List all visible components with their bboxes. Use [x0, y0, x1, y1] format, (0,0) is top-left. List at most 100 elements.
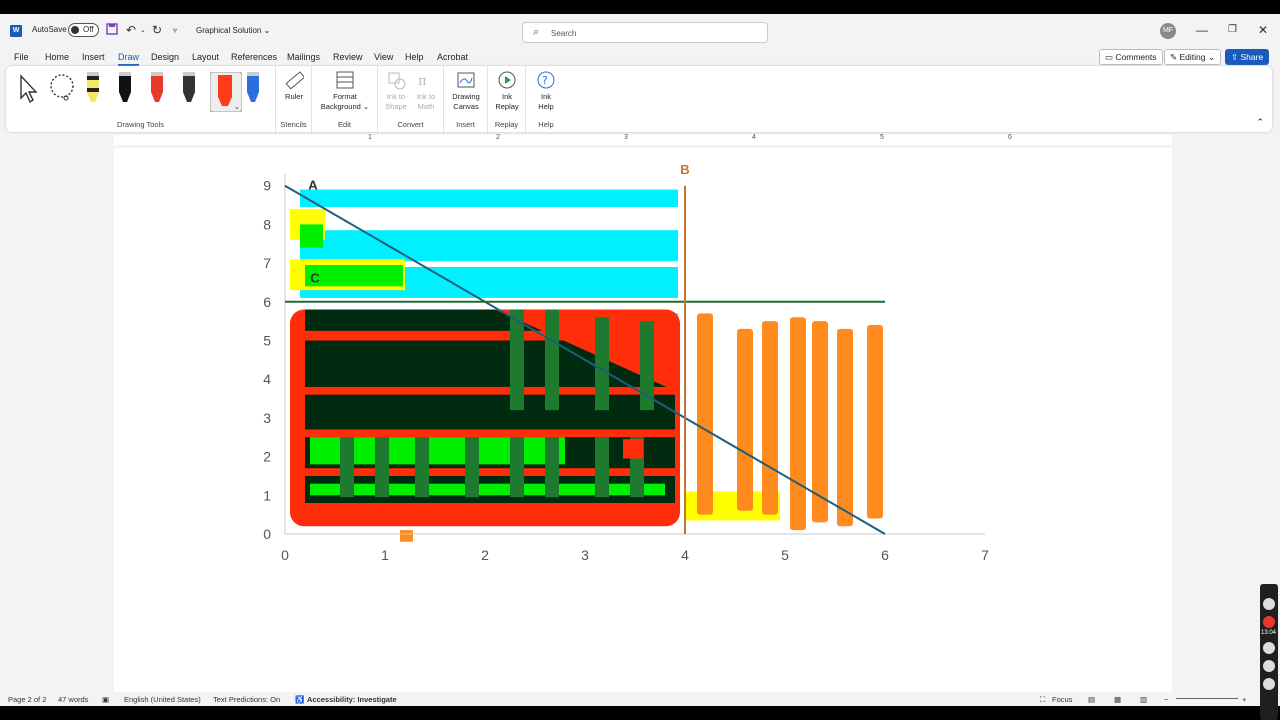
- tab-help[interactable]: Help: [405, 52, 424, 62]
- x-tick-label: 2: [481, 547, 489, 563]
- collapse-ribbon-icon[interactable]: ⌃: [1256, 117, 1264, 128]
- point-label-a: A: [308, 178, 318, 193]
- focus-icon: ⛶: [1040, 695, 1046, 704]
- focus-button[interactable]: Focus: [1052, 695, 1072, 704]
- insert-group: Drawing Canvas Insert: [444, 66, 488, 132]
- share-label: Share: [1240, 52, 1264, 62]
- microphone-icon[interactable]: [1263, 642, 1275, 654]
- tab-draw[interactable]: Draw: [118, 52, 140, 66]
- svg-text:⌄: ⌄: [234, 104, 240, 111]
- document-page[interactable]: 0 1 2 3 4 5 6 7 0 1 2 3 4 5 6 7 8 9 A C B: [114, 148, 1172, 692]
- autosave-label: AutoSave: [32, 25, 67, 34]
- undo-icon[interactable]: ↶: [126, 23, 136, 37]
- ruler-number: 4: [752, 134, 756, 141]
- highlighter-yellow-pen-icon[interactable]: [84, 72, 102, 109]
- tab-insert[interactable]: Insert: [82, 52, 105, 62]
- dark-green-vertical-stroke: [340, 437, 354, 498]
- svg-text:π: π: [418, 74, 427, 89]
- orange-vertical-stroke: [790, 317, 806, 531]
- tab-design[interactable]: Design: [151, 52, 179, 62]
- red-ink-stroke: [300, 429, 675, 438]
- blue-pen-icon[interactable]: [244, 72, 262, 109]
- red-ink-stroke: [300, 330, 675, 341]
- stencils-group: Ruler Stencils: [276, 66, 312, 132]
- group-label-replay: Replay: [494, 120, 519, 129]
- avatar[interactable]: MF: [1160, 23, 1176, 39]
- red-highlighter-pen-icon[interactable]: ⌄: [209, 71, 243, 115]
- tab-mailings[interactable]: Mailings: [287, 52, 320, 62]
- tab-view[interactable]: View: [374, 52, 393, 62]
- ink-replay-button[interactable]: Ink Replay: [493, 70, 521, 112]
- drawing-tools-group: ⌄ Drawing Tools: [6, 66, 276, 132]
- tab-references[interactable]: References: [231, 52, 277, 62]
- horizontal-ruler[interactable]: 1 2 3 4 5 6: [0, 134, 1280, 146]
- drawing-canvas-button[interactable]: Drawing Canvas: [448, 70, 484, 112]
- zoom-in-icon[interactable]: +: [1242, 695, 1246, 704]
- text-predictions-status[interactable]: Text Predictions: On: [213, 695, 280, 704]
- record-icon[interactable]: [1263, 616, 1275, 628]
- orange-vertical-stroke: [762, 321, 778, 515]
- ink-help-button[interactable]: ? Ink Help: [532, 70, 560, 112]
- orange-vertical-stroke: [837, 328, 853, 527]
- ink-help-icon: ?: [537, 71, 555, 89]
- drawing-canvas-icon: [457, 72, 475, 88]
- save-icon[interactable]: [106, 23, 118, 38]
- accessibility-status[interactable]: Accessibility: Investigate: [307, 695, 397, 704]
- proofing-icon[interactable]: ▣: [102, 695, 109, 704]
- ruler-number: 2: [496, 134, 500, 141]
- tab-acrobat[interactable]: Acrobat: [437, 52, 468, 62]
- ruler-number: 5: [880, 134, 884, 141]
- y-tick-label: 7: [263, 255, 271, 271]
- tab-layout[interactable]: Layout: [192, 52, 219, 62]
- search-box[interactable]: ⌕ Search: [522, 22, 768, 43]
- y-tick-label: 4: [263, 371, 271, 387]
- read-mode-icon[interactable]: ▤: [1088, 695, 1095, 704]
- red-pen-icon[interactable]: [148, 72, 166, 109]
- green-ink-band: [310, 483, 665, 496]
- editing-button[interactable]: ✎ Editing ⌄: [1164, 49, 1221, 65]
- autosave-toggle[interactable]: Off: [68, 23, 99, 37]
- restore-icon[interactable]: ❐: [1228, 24, 1237, 35]
- minimize-icon[interactable]: —: [1196, 23, 1208, 37]
- settings-icon[interactable]: [1263, 678, 1275, 690]
- web-layout-icon[interactable]: ▥: [1140, 695, 1147, 704]
- ink-to-shape-label-2: Shape: [385, 102, 407, 111]
- pencil-icon[interactable]: [180, 72, 198, 109]
- tab-home[interactable]: Home: [45, 52, 69, 62]
- tab-file[interactable]: File: [14, 52, 29, 62]
- lasso-tool-icon[interactable]: [46, 72, 78, 107]
- group-label-insert: Insert: [456, 120, 475, 129]
- ink-to-shape-icon: [388, 72, 406, 90]
- black-pen-icon[interactable]: [116, 72, 134, 109]
- select-tool-icon[interactable]: [16, 72, 40, 107]
- replay-group: Ink Replay Replay: [488, 66, 526, 132]
- comments-button[interactable]: ▭ Comments: [1099, 49, 1163, 65]
- ruler-button[interactable]: Ruler: [280, 70, 308, 102]
- print-layout-icon[interactable]: ▦: [1114, 695, 1121, 704]
- close-icon[interactable]: ✕: [1258, 23, 1268, 37]
- page-count[interactable]: Page 2 of 2: [8, 695, 46, 704]
- edit-group: Format Background ⌄ Edit: [312, 66, 378, 132]
- ink-to-shape-button[interactable]: Ink to Shape: [382, 70, 410, 112]
- zoom-out-icon[interactable]: −: [1164, 695, 1168, 704]
- dark-green-vertical-stroke: [595, 437, 609, 498]
- toggle-knob-icon: [71, 26, 79, 34]
- language-status[interactable]: English (United States): [124, 695, 201, 704]
- group-label-drawing-tools: Drawing Tools: [117, 120, 164, 129]
- x-tick-label: 6: [881, 547, 889, 563]
- format-background-button[interactable]: Format Background ⌄: [318, 70, 372, 112]
- share-button[interactable]: ⇪ Share: [1225, 49, 1270, 65]
- tab-review[interactable]: Review: [333, 52, 363, 62]
- speaker-icon[interactable]: [1263, 660, 1275, 672]
- status-bar: Page 2 of 2 47 words ▣ English (United S…: [0, 692, 1280, 706]
- word-count[interactable]: 47 words: [58, 695, 88, 704]
- zoom-slider[interactable]: [1176, 698, 1238, 699]
- ink-to-math-button[interactable]: π Ink to Math: [412, 70, 440, 112]
- dark-green-vertical-stroke: [595, 317, 609, 411]
- y-tick-label: 3: [263, 410, 271, 426]
- undo-dropdown-icon[interactable]: ⌄: [140, 26, 146, 34]
- redo-icon[interactable]: ↻: [152, 23, 162, 37]
- customize-quick-access-icon[interactable]: ▿: [173, 26, 177, 35]
- camera-icon[interactable]: [1263, 598, 1275, 610]
- document-title[interactable]: Graphical Solution ⌄: [196, 26, 270, 35]
